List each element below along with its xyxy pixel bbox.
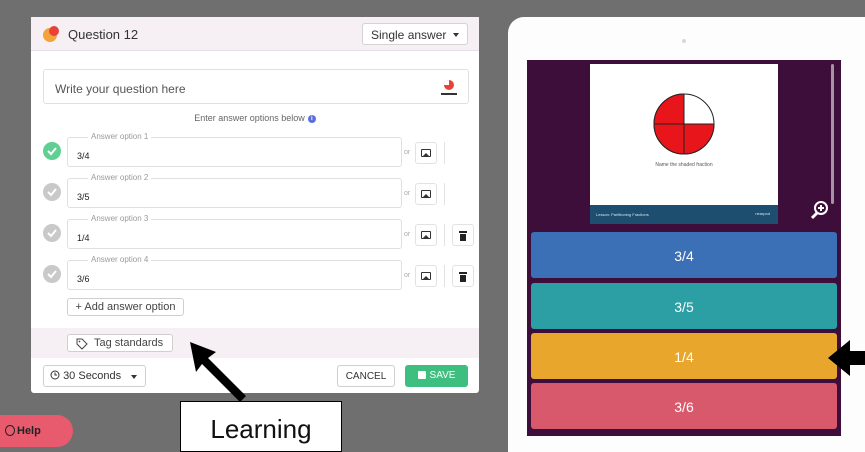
slide-caption: Name the shaded fraction (655, 162, 713, 168)
question-editor: Question 12 Single answer Write your que… (31, 17, 479, 393)
or-text: or (404, 190, 411, 197)
answer-hint-text: Enter answer options below (194, 113, 305, 123)
info-icon[interactable]: i (307, 114, 316, 123)
answer-option-row: Answer option 2 3/5 or (31, 172, 479, 210)
answer-option-field[interactable]: Answer option 4 3/6 (67, 255, 402, 290)
answer-tile[interactable]: 3/4 (531, 232, 837, 278)
fraction-circle-image (653, 93, 715, 155)
answer-option-label: Answer option 3 (88, 214, 152, 223)
answer-option-field[interactable]: Answer option 3 1/4 (67, 214, 402, 249)
question-type-select[interactable]: Single answer (362, 23, 468, 45)
answer-option-value: 1/4 (77, 233, 90, 243)
answer-option-field[interactable]: Answer option 1 3/4 (67, 132, 402, 167)
answer-tile[interactable]: 3/5 (531, 283, 837, 329)
help-label: Help (17, 425, 41, 437)
divider (444, 142, 445, 164)
question-bubble-icon (43, 26, 59, 42)
answer-tile-label: 3/4 (674, 248, 694, 264)
save-label: SAVE (429, 370, 456, 381)
slide-image: Name the shaded fraction Lesson: Partiti… (590, 64, 778, 224)
image-icon[interactable] (415, 183, 437, 205)
answer-option-value: 3/4 (77, 151, 90, 161)
slide-footer-brand: nearpod (755, 211, 770, 216)
answer-option-label: Answer option 2 (88, 173, 152, 182)
chat-bubble-icon (5, 425, 15, 436)
answer-option-row: Answer option 1 3/4 or (31, 131, 479, 169)
chevron-down-icon (131, 375, 137, 379)
or-text: or (404, 231, 411, 238)
add-answer-option-button[interactable]: + Add answer option (67, 298, 184, 316)
tag-standards-label: Tag standards (94, 337, 164, 349)
correct-check-icon[interactable] (43, 224, 61, 242)
trash-icon[interactable] (452, 224, 474, 246)
answer-tile[interactable]: 1/4 (531, 333, 837, 379)
save-button[interactable]: SAVE (405, 365, 468, 387)
editor-header: Question 12 Single answer (31, 17, 479, 51)
answer-option-label: Answer option 1 (88, 132, 152, 141)
trash-icon[interactable] (452, 265, 474, 287)
or-text: or (404, 149, 411, 156)
answer-hint: Enter answer options below i (31, 113, 479, 123)
question-title: Question 12 (68, 27, 139, 42)
image-icon[interactable] (415, 224, 437, 246)
correct-check-icon[interactable] (43, 142, 61, 160)
tags-section: Tag standards (31, 328, 479, 358)
annotation-arrow-icon (828, 340, 865, 376)
tag-standards-button[interactable]: Tag standards (67, 334, 173, 352)
clock-icon (50, 370, 60, 380)
image-icon[interactable] (415, 265, 437, 287)
save-disk-icon (417, 371, 426, 379)
cancel-button[interactable]: CANCEL (337, 365, 395, 387)
zoom-in-icon[interactable] (810, 200, 830, 220)
question-input[interactable]: Write your question here (43, 69, 469, 104)
image-icon[interactable] (415, 142, 437, 164)
chevron-down-icon (453, 33, 459, 37)
answer-tile-label: 3/6 (674, 399, 694, 415)
time-limit-select[interactable]: 30 Seconds (43, 365, 146, 387)
question-type-value: Single answer (371, 28, 447, 42)
answer-option-field[interactable]: Answer option 2 3/5 (67, 173, 402, 208)
answer-option-value: 3/5 (77, 192, 90, 202)
or-text: or (404, 272, 411, 279)
answer-option-value: 3/6 (77, 274, 90, 284)
add-media-icon[interactable] (438, 77, 460, 97)
divider (444, 265, 445, 287)
tag-icon (76, 338, 88, 350)
help-button[interactable]: Help (0, 415, 73, 447)
answer-tile-label: 1/4 (674, 349, 694, 365)
annotation-label: Learning (180, 401, 342, 452)
correct-check-icon[interactable] (43, 265, 61, 283)
annotation-arrow-icon (190, 342, 246, 402)
divider (444, 183, 445, 205)
tablet-camera (682, 39, 686, 43)
answer-option-row: Answer option 3 1/4 or (31, 213, 479, 251)
time-limit-value: 30 Seconds (63, 370, 122, 382)
question-placeholder: Write your question here (55, 82, 186, 96)
answer-option-label: Answer option 4 (88, 255, 152, 264)
correct-check-icon[interactable] (43, 183, 61, 201)
answer-tile[interactable]: 3/6 (531, 383, 837, 429)
preview-scrollbar[interactable] (831, 64, 834, 204)
slide-footer-lesson: Lesson: Partitioning Fractions (596, 212, 649, 217)
divider (444, 224, 445, 246)
answer-tile-label: 3/5 (674, 299, 694, 315)
slide-footer: Lesson: Partitioning Fractions nearpod (590, 205, 778, 224)
answer-option-row: Answer option 4 3/6 or (31, 254, 479, 292)
